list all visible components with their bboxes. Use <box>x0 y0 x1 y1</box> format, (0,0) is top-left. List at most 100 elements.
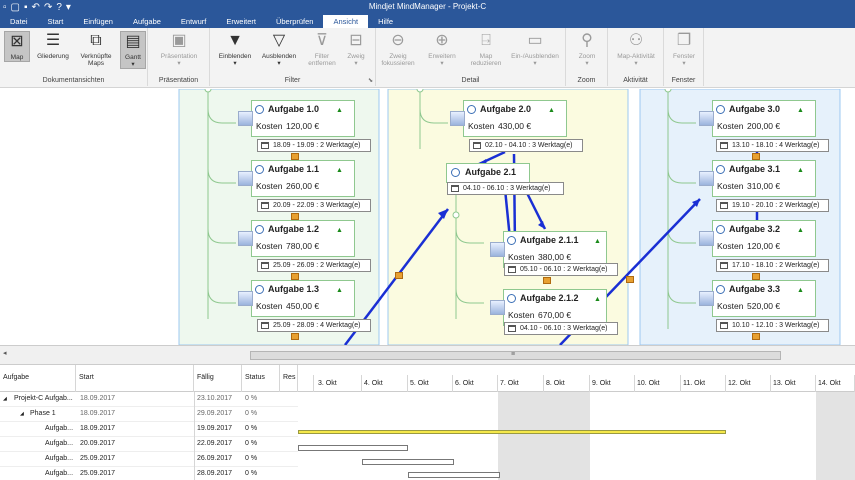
tab-einfuegen[interactable]: Einfügen <box>73 15 123 28</box>
priority-up-icon: ▲ <box>797 107 804 114</box>
column-header-status[interactable]: Status <box>242 365 280 392</box>
column-header-task[interactable]: Aufgabe <box>0 365 76 392</box>
subtopic-node-2-1[interactable]: Aufgabe 2.1 <box>446 163 530 183</box>
show-hide-button[interactable]: ▭ Ein-/Ausblenden ▾ <box>506 31 564 67</box>
task-image-icon <box>699 291 714 306</box>
column-header-due[interactable]: Fällig <box>194 365 242 392</box>
tab-erweitert[interactable]: Erweitert <box>216 15 266 28</box>
calendar-icon <box>720 142 728 149</box>
scroll-left-icon[interactable]: ◂ <box>3 349 7 357</box>
linked-maps-button[interactable]: ⧉ Verknüpfte Maps <box>76 31 116 67</box>
progress-circle-icon <box>255 165 264 174</box>
map-view-icon: ⊠ <box>10 33 24 50</box>
gantt-row[interactable]: Aufgab... 25.09.2017 26.09.2017 0 % <box>0 452 298 467</box>
splitter-grip-icon[interactable]: ≡ <box>511 351 515 358</box>
day-header: 6. Okt <box>453 375 498 392</box>
gantt-row[interactable]: Aufgab... 20.09.2017 22.09.2017 0 % <box>0 437 298 452</box>
column-header-start[interactable]: Start <box>76 365 194 392</box>
task-date-1-0: 18.09 - 19.09 : 2 Werktag(e) <box>257 139 371 152</box>
calendar-icon <box>720 262 728 269</box>
task-node-3-3[interactable]: Aufgabe 3.3 ▲ Kosten 520,00 € <box>699 280 816 317</box>
tab-ueberpruefen[interactable]: Überprüfen <box>266 15 324 28</box>
task-node-3-1[interactable]: Aufgabe 3.1 ▲ Kosten 310,00 € <box>699 160 816 197</box>
zoom-button[interactable]: ⚲ Zoom ▾ <box>572 31 602 67</box>
gantt-task-bar[interactable] <box>408 472 500 478</box>
progress-circle-icon <box>507 294 516 303</box>
focus-branch-button[interactable]: ⊖ Zweig fokussieren <box>378 31 418 67</box>
task-node-3-0[interactable]: Aufgabe 3.0 ▲ Kosten 200,00 € <box>699 100 816 137</box>
gantt-row[interactable]: ◢ Phase 1 18.09.2017 29.09.2017 0 % <box>0 407 298 422</box>
calendar-icon <box>508 325 516 332</box>
task-date-3-3: 10.10 - 12.10 : 3 Werktag(e) <box>716 319 829 332</box>
expand-button[interactable]: ⊕ Erweitern ▾ <box>422 31 462 67</box>
tab-start[interactable]: Start <box>38 15 74 28</box>
task-image-icon <box>699 171 714 186</box>
gantt-row[interactable]: Aufgab... 25.09.2017 28.09.2017 0 % <box>0 467 298 480</box>
tab-hilfe[interactable]: Hilfe <box>368 15 403 28</box>
task-node-1-2[interactable]: Aufgabe 1.2 ▲ Kosten 780,00 € <box>238 220 355 257</box>
presentation-button[interactable]: ▣ Präsentation ▾ <box>154 31 204 67</box>
flag-icon <box>291 213 299 220</box>
group-label-zoom: Zoom <box>577 77 596 84</box>
tab-datei[interactable]: Datei <box>0 15 38 28</box>
gantt-row[interactable]: ◢ Projekt-C Aufgab... 18.09.2017 23.10.2… <box>0 392 298 407</box>
ribbon: ⊠ Map ☰ Gliederung ⧉ Verknüpfte Maps ▤ G… <box>0 28 855 88</box>
task-date-2-1-1: 05.10 - 06.10 : 2 Werktag(e) <box>504 263 618 276</box>
calendar-icon <box>720 322 728 329</box>
focus-minus-icon: ⊖ <box>391 32 405 49</box>
gantt-task-bar[interactable] <box>298 445 408 451</box>
flag-icon <box>291 333 299 340</box>
reduce-map-button[interactable]: ⍈ Map reduzieren <box>466 31 506 67</box>
group-praesentation: ▣ Präsentation ▾ Präsentation <box>148 28 210 86</box>
comment-icon: ▭ <box>527 32 543 49</box>
day-header: 13. Okt <box>771 375 816 392</box>
presentation-icon: ▣ <box>171 32 187 49</box>
priority-up-icon: ▲ <box>336 287 343 294</box>
gantt-button[interactable]: ▤ Gantt ▾ <box>120 31 146 69</box>
progress-circle-icon <box>255 285 264 294</box>
priority-up-icon: ▲ <box>797 227 804 234</box>
task-node-1-0[interactable]: Aufgabe 1.0 ▲ Kosten 120,00 € <box>238 100 355 137</box>
task-node-1-3[interactable]: Aufgabe 1.3 ▲ Kosten 450,00 € <box>238 280 355 317</box>
link-flag-icon <box>395 272 403 279</box>
task-node-2-0[interactable]: Aufgabe 2.0 ▲ Kosten 430,00 € <box>450 100 567 137</box>
branch-button[interactable]: ⊟ Zweig ▾ <box>342 31 370 67</box>
map-view-button[interactable]: ⊠ Map <box>4 31 30 62</box>
flag-icon <box>291 153 299 160</box>
map-canvas[interactable]: Aufgabe 1.0 ▲ Kosten 120,00 € 18.09 - 19… <box>0 89 855 345</box>
horizontal-scrollbar-thumb[interactable] <box>250 351 781 360</box>
progress-circle-icon <box>255 105 264 114</box>
task-date-2-1-2: 04.10 - 06.10 : 3 Werktag(e) <box>504 322 618 335</box>
gantt-icon: ▤ <box>125 33 141 50</box>
show-filter-button[interactable]: ▼ Einblenden ▾ <box>214 31 256 67</box>
column-header-res[interactable]: Res <box>280 365 298 392</box>
tab-aufgabe[interactable]: Aufgabe <box>123 15 171 28</box>
person-edit-icon: ⚇ <box>628 32 644 49</box>
gantt-summary-bar[interactable] <box>298 430 726 434</box>
progress-circle-icon <box>507 236 516 245</box>
column-divider <box>194 392 195 480</box>
map-activity-button[interactable]: ⚇ Map-Aktivität ▾ <box>610 31 662 67</box>
tab-entwurf[interactable]: Entwurf <box>171 15 216 28</box>
task-node-1-1[interactable]: Aufgabe 1.1 ▲ Kosten 260,00 € <box>238 160 355 197</box>
collapse-toggle-icon[interactable]: ◢ <box>20 407 30 422</box>
progress-circle-icon <box>255 225 264 234</box>
window-button[interactable]: ❐ Fenster ▾ <box>668 31 700 67</box>
task-image-icon <box>699 231 714 246</box>
gantt-view: Aufgabe Start Fällig Status Res 3. Okt 4… <box>0 365 855 480</box>
remove-filter-button[interactable]: ⊽ Filter entfernen <box>306 31 338 67</box>
view-splitter[interactable]: ◂ ≡ <box>0 345 855 365</box>
progress-circle-icon <box>716 105 725 114</box>
tab-ansicht[interactable]: Ansicht <box>323 15 369 28</box>
task-node-2-1-2[interactable]: Aufgabe 2.1.2 ▲ Kosten 670,00 € <box>490 289 607 326</box>
outline-view-button[interactable]: ☰ Gliederung <box>34 31 72 60</box>
filter-remove-icon: ⊽ <box>316 32 328 49</box>
gantt-row[interactable]: Aufgab... 18.09.2017 19.09.2017 0 % <box>0 422 298 437</box>
task-date-3-0: 13.10 - 18.10 : 4 Werktag(e) <box>716 139 829 152</box>
task-node-3-2[interactable]: Aufgabe 3.2 ▲ Kosten 120,00 € <box>699 220 816 257</box>
priority-up-icon: ▲ <box>336 227 343 234</box>
priority-up-icon: ▲ <box>336 107 343 114</box>
collapse-toggle-icon[interactable]: ◢ <box>3 392 13 407</box>
hide-filter-button[interactable]: ▽ Ausblenden ▾ <box>258 31 300 67</box>
gantt-task-bar[interactable] <box>362 459 454 465</box>
